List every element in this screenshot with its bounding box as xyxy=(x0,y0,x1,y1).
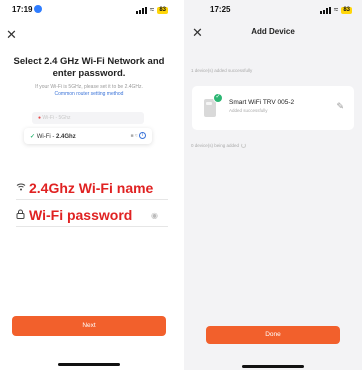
wifi-name-field[interactable]: 2.4Ghz Wi-Fi name xyxy=(16,178,170,198)
divider xyxy=(16,226,168,227)
wifi-5g-row: ● Wi-Fi - 5Ghz xyxy=(32,112,144,124)
loading-icon xyxy=(241,143,247,149)
location-icon xyxy=(34,5,43,13)
wifi-band-illustration: ● Wi-Fi - 5Ghz ✓ Wi-Fi - 2.4Ghz ■ ≈ i xyxy=(24,108,152,154)
done-button[interactable]: Done xyxy=(206,326,340,344)
router-setting-link[interactable]: Common router setting method xyxy=(6,91,172,98)
signal-icon xyxy=(319,6,331,14)
wifi-24g-row: ✓ Wi-Fi - 2.4Ghz ■ ≈ i xyxy=(24,128,152,144)
battery-icon: 83 xyxy=(157,6,168,14)
home-indicator xyxy=(58,363,120,366)
divider xyxy=(16,199,168,200)
lock-small-icon: ■ xyxy=(130,132,134,139)
device-name: Smart WiFi TRV 005-2 xyxy=(229,99,295,106)
next-button[interactable]: Next xyxy=(12,316,166,336)
pending-count-label: 0 device(s) being added xyxy=(191,143,247,149)
info-icon: i xyxy=(139,132,146,139)
home-indicator xyxy=(242,365,304,368)
wifi-status-icon: ≈ xyxy=(333,5,339,14)
battery-icon: 83 xyxy=(341,6,352,14)
check-icon: ✓ xyxy=(30,134,36,140)
status-time: 17:19 xyxy=(12,5,43,14)
device-status: Added successfully xyxy=(229,108,268,113)
lock-icon xyxy=(16,209,27,222)
status-bar: 17:19 ≈ 83 xyxy=(0,0,178,22)
show-password-icon[interactable]: ◉ xyxy=(151,211,158,220)
password-field[interactable]: Wi-Fi password ◉ xyxy=(16,205,170,225)
frequency-hint: If your Wi-Fi is 5GHz, please set it to … xyxy=(6,84,172,98)
added-count-label: 1 device(s) added successfully xyxy=(191,68,253,73)
edit-icon[interactable]: ✎ xyxy=(336,101,344,112)
close-icon[interactable]: ✕ xyxy=(6,28,17,41)
page-title: Select 2.4 GHz Wi-Fi Network and enter p… xyxy=(13,56,165,79)
add-device-screen: 17:25 ≈ 83 ✕ Add Device 1 device(s) adde… xyxy=(184,0,362,370)
page-title: Add Device xyxy=(251,27,295,36)
signal-icon xyxy=(135,6,147,14)
wifi-setup-screen: 17:19 ≈ 83 ✕ Select 2.4 GHz Wi-Fi Networ… xyxy=(0,0,178,370)
device-card[interactable]: ✓ Smart WiFi TRV 005-2 Added successfull… xyxy=(192,86,354,130)
wifi-icon xyxy=(16,182,27,194)
success-check-icon: ✓ xyxy=(213,93,223,103)
invalid-dot-icon: ● xyxy=(38,115,42,121)
status-time: 17:25 xyxy=(210,5,231,14)
wifi-small-icon: ≈ xyxy=(134,132,138,139)
wifi-status-icon: ≈ xyxy=(149,5,155,14)
status-bar: 17:25 ≈ 83 xyxy=(184,0,362,22)
